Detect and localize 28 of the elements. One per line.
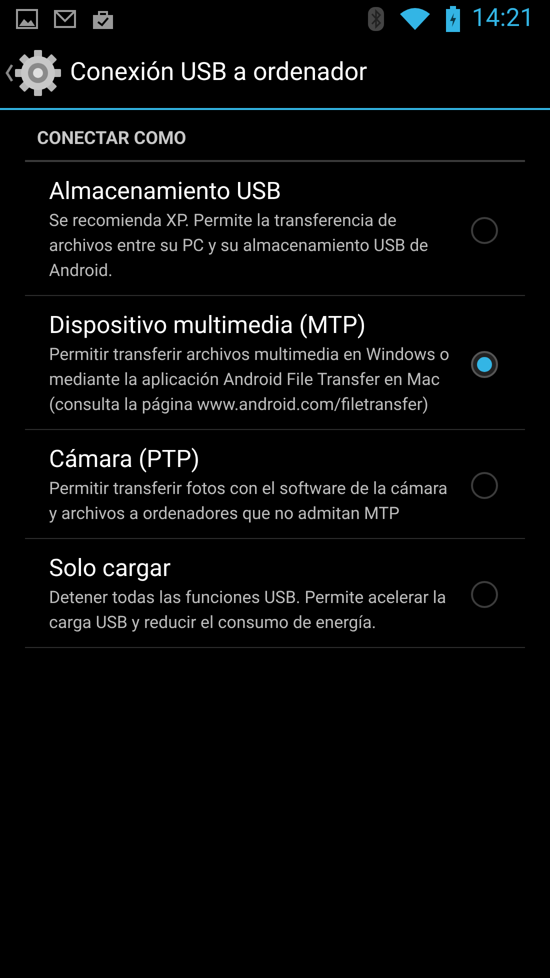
up-button[interactable] bbox=[4, 49, 62, 97]
usb-mode-option[interactable]: Cámara (PTP) Permitir transferir fotos con el software de la cámara y archivos a ordenadores que no admitan MTP bbox=[25, 430, 525, 539]
usb-mode-option[interactable]: Solo cargar Detener todas las funciones USB. Permite acelerar la carga USB y reducir el consumo de energía. bbox=[25, 539, 525, 648]
picture-icon bbox=[16, 9, 38, 29]
usb-mode-option[interactable]: Dispositivo multimedia (MTP) Permitir transferir archivos multimedia en Windows o mediante la aplicación Android File Transfer en Mac (consulta la página www.android.com/filetransfer) bbox=[25, 296, 525, 430]
option-summary: Permitir transferir archivos multimedia en Windows o mediante la aplicación Android File Transfer en Mac (consulta la página www.android.com/filetransfer) bbox=[49, 344, 450, 417]
option-summary: Detener todas las funciones USB. Permite acelerar la carga USB y reducir el consumo de energía. bbox=[49, 587, 448, 635]
radio-button[interactable] bbox=[471, 216, 498, 244]
option-title: Almacenamiento USB bbox=[49, 176, 282, 206]
option-summary: Se recomienda XP. Permite la transferencia de archivos entre su PC y su almacenamiento USB de Android. bbox=[49, 210, 430, 283]
radio-button[interactable] bbox=[471, 581, 498, 608]
option-title: Solo cargar bbox=[49, 553, 172, 583]
usb-mode-option[interactable]: Almacenamiento USB Se recomienda XP. Permite la transferencia de archivos entre su PC y su almacenamiento USB de Android. bbox=[25, 162, 525, 296]
mail-icon bbox=[54, 10, 76, 28]
section-header: CONECTAR COMO bbox=[25, 110, 525, 162]
radio-button[interactable] bbox=[471, 472, 498, 499]
status-time: 14:21 bbox=[472, 3, 534, 36]
radio-button[interactable] bbox=[471, 350, 498, 378]
bluetooth-icon bbox=[368, 7, 384, 31]
option-title: Cámara (PTP) bbox=[49, 444, 201, 474]
option-title: Dispositivo multimedia (MTP) bbox=[49, 310, 367, 340]
gear-icon bbox=[14, 49, 62, 97]
screen-title: Conexión USB a ordenador bbox=[70, 57, 368, 90]
wifi-icon bbox=[400, 8, 430, 30]
shopping-bag-icon bbox=[92, 9, 114, 29]
chevron-left-icon bbox=[4, 63, 14, 83]
option-summary: Permitir transferir fotos con el software de la cámara y archivos a ordenadores que no admitan MTP bbox=[49, 478, 449, 526]
battery-icon bbox=[446, 6, 460, 32]
